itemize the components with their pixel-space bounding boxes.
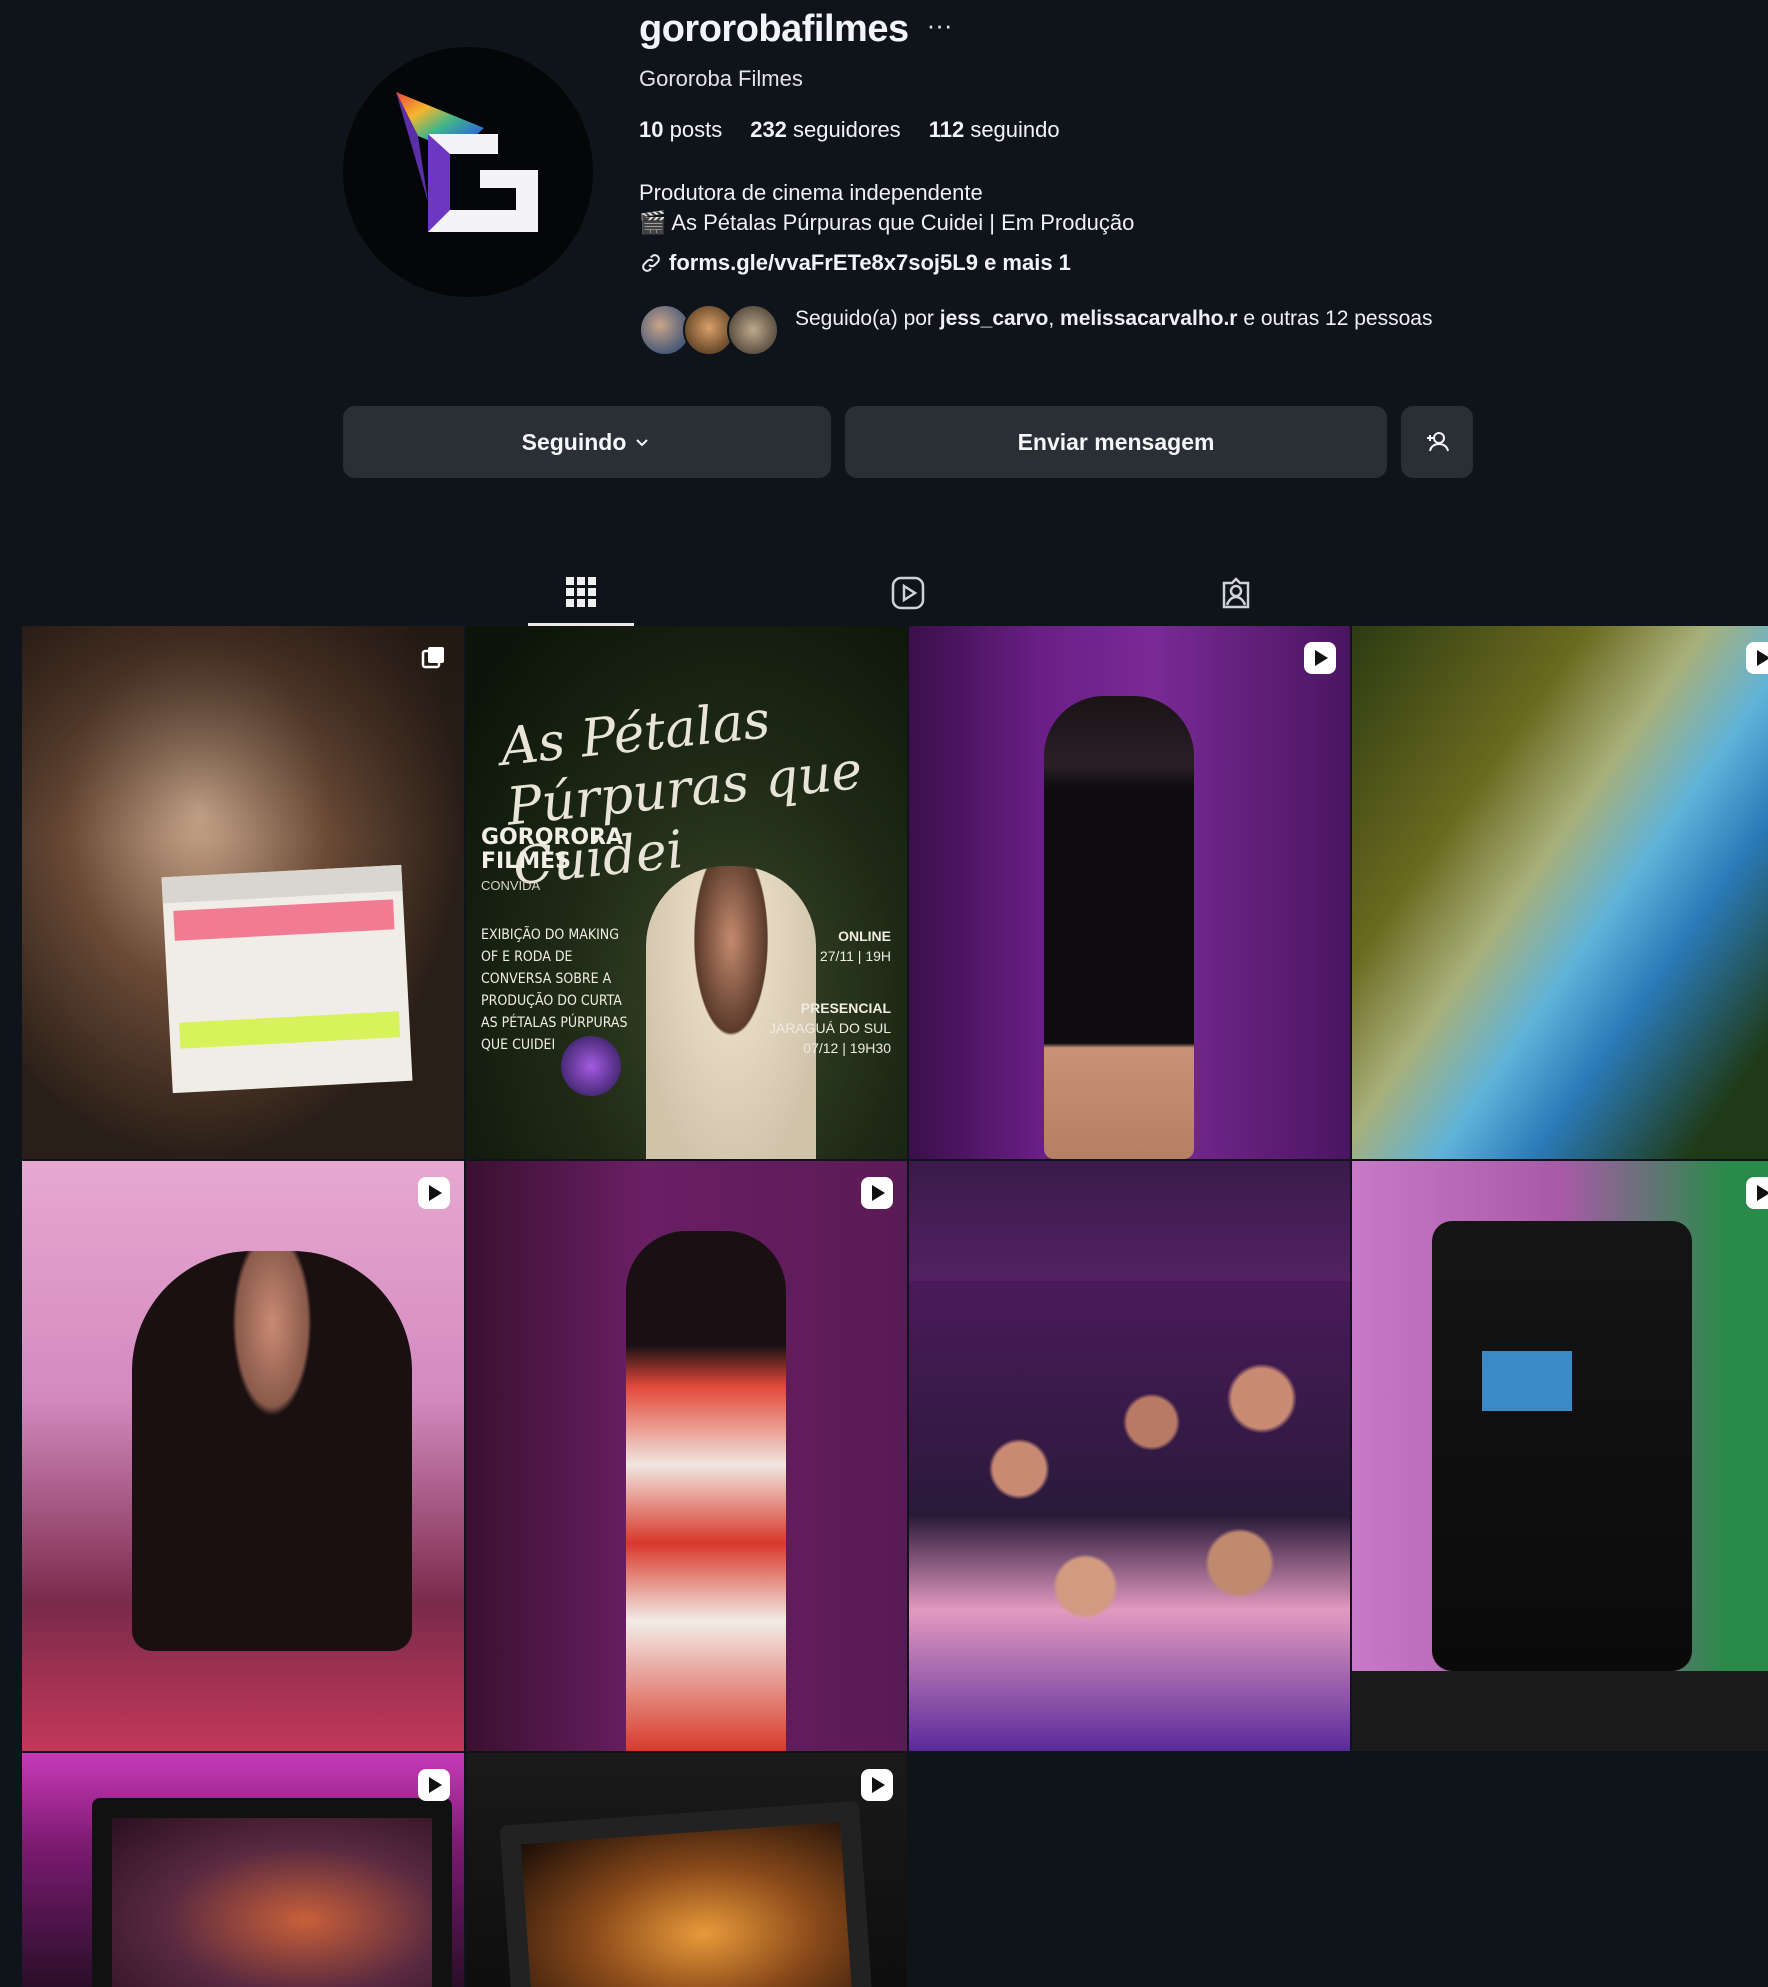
reel-icon	[861, 1177, 893, 1209]
poster-online: ONLINE 27/11 | 19H	[819, 928, 891, 964]
post-thumbnail[interactable]	[22, 1161, 464, 1751]
reel-icon	[418, 1769, 450, 1801]
bio: Produtora de cinema independente 🎬 As Pé…	[639, 178, 1134, 238]
followed-by[interactable]: Seguido(a) por jess_carvo, melissacarval…	[639, 304, 1455, 356]
poster-brand: GORORORA FILMES	[481, 825, 624, 874]
bio-line-1: Produtora de cinema independente	[639, 180, 983, 205]
person-image	[132, 1251, 412, 1651]
followers-count[interactable]: 232 seguidores	[750, 117, 900, 143]
clapperboard-icon: 🎬	[639, 210, 667, 235]
reel-icon	[861, 1769, 893, 1801]
poster-sub: CONVIDA	[481, 878, 541, 893]
reel-icon	[1746, 1177, 1768, 1209]
post-thumbnail[interactable]	[466, 1753, 907, 1987]
tagged-icon	[1222, 577, 1250, 609]
avatar	[727, 304, 779, 356]
tab-posts[interactable]	[528, 560, 634, 626]
bio-line-2: 🎬 As Pétalas Púrpuras que Cuidei | Em Pr…	[639, 210, 1135, 235]
send-message-button[interactable]: Enviar mensagem	[845, 406, 1387, 478]
tab-tagged[interactable]	[1183, 560, 1289, 626]
clapperboard-image	[161, 864, 413, 1094]
group-image	[909, 1281, 1350, 1751]
poster-flowers-image	[561, 1036, 621, 1096]
following-button[interactable]: Seguindo	[343, 406, 831, 478]
profile-avatar[interactable]	[343, 47, 593, 297]
poster-description: EXIBIÇÃO DO MAKING OF E RODA DE CONVERSA…	[481, 927, 628, 1053]
follower-avatars	[639, 304, 779, 356]
post-thumbnail-poster[interactable]: As Pétalas Púrpuras que Cuidei GORORORA …	[466, 626, 907, 1159]
username: gororobafilmes	[639, 8, 909, 50]
post-thumbnail[interactable]	[1352, 626, 1768, 1159]
post-thumbnail[interactable]	[909, 626, 1350, 1159]
followed-by-text: Seguido(a) por jess_carvo, melissacarval…	[795, 307, 1433, 330]
carousel-icon	[418, 642, 450, 674]
full-name: Gororoba Filmes	[639, 66, 803, 91]
poster-presencial: PRESENCIAL JARAGUÁ DO SUL 07/12 | 19H30	[768, 1000, 891, 1056]
add-user-icon	[1427, 432, 1449, 452]
post-thumbnail[interactable]	[909, 1161, 1350, 1751]
reels-icon	[891, 576, 925, 610]
reel-icon	[1304, 642, 1336, 674]
person-image	[1044, 696, 1194, 1159]
gororoba-logo-icon	[396, 92, 538, 232]
monitor-image	[499, 1800, 873, 1987]
chevron-down-icon	[636, 439, 649, 447]
suggest-people-button[interactable]	[1401, 406, 1473, 478]
link-icon	[642, 254, 660, 272]
following-count[interactable]: 112 seguindo	[929, 117, 1060, 143]
posts-count: 10 posts	[639, 117, 723, 142]
grid-icon	[566, 576, 596, 607]
reel-icon	[1746, 642, 1768, 674]
more-options-icon[interactable]: ···	[927, 10, 953, 41]
reel-icon	[418, 1177, 450, 1209]
tab-reels[interactable]	[855, 560, 961, 626]
profile-stats: 10 posts 232 seguidores 112 seguindo	[639, 117, 1060, 143]
post-thumbnail[interactable]	[466, 1161, 907, 1751]
person-image	[626, 1231, 786, 1751]
profile-tabs	[0, 560, 1768, 626]
post-thumbnail[interactable]	[22, 1753, 464, 1987]
monitor-image	[92, 1798, 452, 1987]
camera-image	[1432, 1221, 1692, 1671]
post-thumbnail[interactable]	[1352, 1161, 1768, 1751]
post-thumbnail[interactable]	[22, 626, 464, 1159]
bio-link[interactable]: forms.gle/vvaFrETe8x7soj5L9 e mais 1	[639, 250, 1071, 276]
